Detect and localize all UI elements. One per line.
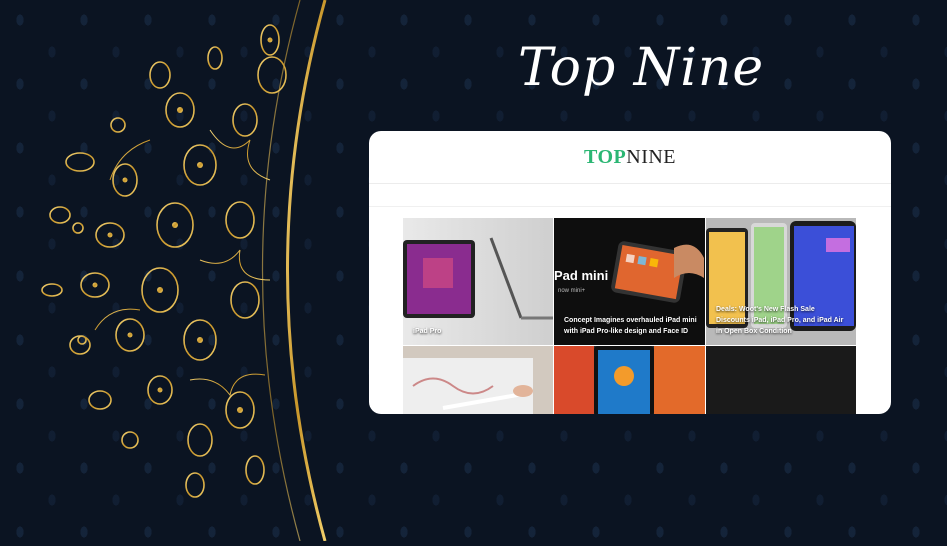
apple-pencil-image: [403, 358, 533, 414]
article-tile[interactable]: Pad mini now mini+ Concept Imagines over…: [554, 218, 705, 345]
article-tile[interactable]: [554, 346, 705, 414]
article-tile[interactable]: [403, 346, 553, 414]
ipad-colorful-image: [554, 346, 705, 414]
overlay-sublabel: now mini+: [558, 288, 586, 294]
site-header: TOPNINE: [369, 131, 891, 184]
site-logo[interactable]: TOPNINE: [584, 146, 676, 169]
logo-nine: NINE: [626, 145, 677, 168]
article-tile[interactable]: iPad Pro: [403, 218, 553, 345]
page-title: Top Nine: [518, 38, 765, 98]
gold-mandala-decoration: [0, 0, 340, 542]
overlay-label: Pad mini: [554, 268, 609, 283]
article-caption: iPad Pro: [413, 328, 442, 335]
website-preview-card[interactable]: TOPNINE iPad Pro Pad mini now mini+ Conc…: [369, 131, 891, 414]
logo-top: TOP: [583, 145, 627, 168]
article-caption: Concept Imagines overhauled iPad mini wi…: [564, 317, 697, 335]
article-tile[interactable]: Deals: Woot's New Flash Sale Discounts i…: [706, 218, 856, 345]
nav-bar: [369, 184, 891, 207]
article-tile[interactable]: [706, 346, 856, 414]
article-caption: Deals: Woot's New Flash Sale Discounts i…: [716, 306, 844, 335]
article-grid: iPad Pro Pad mini now mini+ Concept Imag…: [403, 218, 856, 414]
